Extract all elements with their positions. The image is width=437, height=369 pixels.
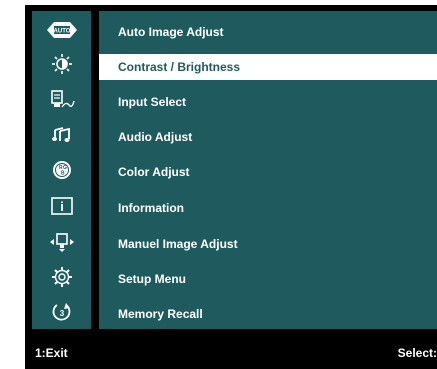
menu-item-audio-adjust[interactable]: Audio Adjust — [99, 124, 437, 150]
svg-text:3: 3 — [59, 309, 64, 318]
menu-item-auto-image-adjust[interactable]: Auto Image Adjust — [99, 19, 437, 45]
information-icon-glyph: i — [60, 199, 64, 214]
auto-logo-text: AUTO — [53, 29, 70, 35]
menu-item-setup-menu[interactable]: Setup Menu — [99, 266, 437, 292]
memory-recall-icon[interactable]: 3 — [32, 295, 91, 329]
information-icon[interactable]: i — [32, 189, 91, 223]
menu-item-color-adjust[interactable]: Color Adjust — [99, 159, 437, 185]
osd-frame: AUTO R G B i 3 Auto Image Adjust Contras… — [25, 5, 437, 338]
audio-music-icon[interactable] — [32, 118, 91, 152]
menu-item-label: Color Adjust — [118, 165, 190, 179]
menu-item-input-select[interactable]: Input Select — [99, 89, 437, 115]
svg-text:B: B — [61, 171, 65, 177]
menu-item-memory-recall[interactable]: Memory Recall — [99, 301, 437, 327]
menu-item-label: Auto Image Adjust — [118, 25, 224, 39]
menu-item-label: Memory Recall — [118, 307, 203, 321]
menu-item-manual-image-adjust[interactable]: Manuel Image Adjust — [99, 231, 437, 257]
setup-gear-icon[interactable] — [32, 260, 91, 294]
menu-item-label: Information — [118, 201, 184, 215]
auto-logo-icon[interactable]: AUTO — [32, 13, 91, 47]
hint-bar: 1:Exit Select: — [25, 338, 437, 369]
color-rgb-icon[interactable]: R G B — [32, 153, 91, 187]
menu-item-label: Audio Adjust — [118, 130, 193, 144]
main-menu: Auto Image Adjust Contrast / Brightness … — [99, 11, 437, 329]
input-select-icon[interactable] — [32, 83, 91, 117]
manual-adjust-icon[interactable] — [32, 225, 91, 259]
menu-item-label: Input Select — [118, 95, 187, 109]
menu-item-label: Setup Menu — [118, 272, 186, 286]
menu-item-label: Manuel Image Adjust — [118, 237, 238, 251]
icon-sidebar: AUTO R G B i 3 — [32, 11, 91, 329]
select-hint: Select: — [397, 346, 437, 360]
menu-item-information[interactable]: Information — [99, 195, 437, 221]
menu-item-label: Contrast / Brightness — [118, 60, 241, 74]
brightness-sun-icon[interactable] — [32, 47, 91, 81]
exit-hint: 1:Exit — [35, 346, 68, 360]
menu-item-contrast-brightness[interactable]: Contrast / Brightness — [99, 54, 437, 80]
sidebar-divider — [91, 11, 99, 329]
